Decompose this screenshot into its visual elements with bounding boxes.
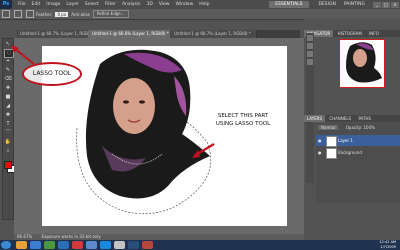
menu-file[interactable]: File — [18, 2, 26, 7]
gradient-tool-icon[interactable]: ◢ — [4, 103, 12, 110]
tab-histogram[interactable]: HISTOGRAM — [335, 30, 365, 37]
foreground-color-swatch[interactable] — [4, 161, 12, 169]
instruction-text: SELECT THIS PART USING LASSO TOOL — [200, 112, 286, 128]
add-selection-icon[interactable] — [26, 10, 34, 18]
instruction-line-2: USING LASSO TOOL — [215, 121, 271, 127]
new-selection-icon[interactable] — [14, 10, 22, 18]
navigator-preview[interactable] — [339, 39, 385, 88]
menu-analysis[interactable]: Analysis — [122, 2, 141, 7]
blend-mode-select[interactable]: Normal — [318, 125, 339, 130]
app-taskbar-icon[interactable] — [72, 241, 83, 249]
tab-channels[interactable]: CHANNELS — [326, 115, 354, 122]
right-panel-dock: NAVIGATOR HISTOGRAM INFO LAYERS CHANNELS… — [304, 19, 400, 240]
zoom-level[interactable]: 66.67% — [17, 234, 32, 239]
photoshop-logo[interactable]: Ps — [0, 0, 12, 9]
tab-document-1[interactable]: Untitled-1 @ 66.7% (Layer 1, RGB/8) * — [16, 30, 93, 38]
menu-filter[interactable]: Filter — [105, 2, 116, 7]
browser-taskbar-icon[interactable] — [30, 241, 41, 249]
layer-name: Background — [338, 150, 362, 155]
workspace-design[interactable]: DESIGN — [319, 2, 336, 7]
menu-window[interactable]: Window — [176, 2, 194, 7]
messenger-taskbar-icon[interactable] — [86, 241, 97, 249]
clock-date: 1/7/2009 — [380, 245, 396, 249]
tab-document-2[interactable]: Untitled-1 @ 66.6% (Layer 1, RGB/8) * — [88, 30, 175, 38]
layer-row-background[interactable]: ● Background — [316, 147, 400, 159]
layer-thumbnail — [326, 148, 337, 159]
menu-help[interactable]: Help — [199, 2, 209, 7]
explorer-taskbar-icon[interactable] — [16, 241, 27, 249]
tab-document-3[interactable]: Untitled-1 @ 66.7% (Layer 1, RGB/8) * — [170, 30, 257, 38]
feather-input[interactable]: 0 px — [55, 11, 69, 17]
zoom-tool-icon[interactable]: ⌕ — [4, 148, 12, 155]
type-tool-icon[interactable]: T — [4, 121, 12, 128]
windows-taskbar: 12:42 AM 1/7/2009 — [0, 240, 400, 250]
menu-layer[interactable]: Layer — [66, 2, 79, 7]
menu-edit[interactable]: Edit — [32, 2, 41, 7]
document-tabs: Untitled-1 @ 66.7% (Layer 1, RGB/8) * Un… — [16, 30, 300, 38]
system-clock[interactable]: 12:42 AM 1/7/2009 — [379, 240, 396, 250]
layer-name: Layer 1 — [338, 138, 353, 143]
menu-image[interactable]: Image — [46, 2, 60, 7]
hand-tool-icon[interactable]: ✋ — [4, 139, 12, 146]
document-info: Exposure works in 32-bit only — [41, 234, 101, 239]
layers-panel-tabs: LAYERS CHANNELS PATHS — [304, 115, 400, 122]
lasso-tool-callout: LASSO TOOL — [22, 62, 82, 86]
layers-panel: Normal Opacity: 100% ● Layer 1 ● Backgro… — [316, 123, 400, 203]
fill-tool-icon[interactable]: ■ — [4, 94, 12, 101]
refine-edge-button[interactable]: Refine Edge... — [92, 10, 129, 18]
swatches-panel-icon[interactable] — [307, 43, 313, 49]
ps-taskbar-icon[interactable] — [58, 241, 69, 249]
color-panel-icon[interactable] — [307, 35, 313, 41]
media-taskbar-icon[interactable] — [44, 241, 55, 249]
tab-paths[interactable]: PATHS — [355, 115, 374, 122]
feather-label: Feather: — [36, 11, 53, 17]
antialias-checkbox[interactable]: Anti-alias — [71, 12, 90, 17]
masks-panel-icon[interactable] — [307, 59, 313, 65]
minimize-button[interactable]: _ — [373, 1, 381, 8]
layer-row-layer-1[interactable]: ● Layer 1 — [316, 135, 400, 147]
navigator-panel-tabs: NAVIGATOR HISTOGRAM INFO — [304, 30, 400, 37]
workspace-essentials[interactable]: ESSENTIALS — [269, 1, 309, 8]
visibility-eye-icon[interactable]: ● — [318, 150, 323, 155]
adjustments-panel-icon[interactable] — [307, 51, 313, 57]
settings-taskbar-icon[interactable] — [114, 241, 125, 249]
photoshop-taskbar-icon[interactable] — [128, 241, 139, 249]
opacity-field[interactable]: Opacity: 100% — [346, 125, 375, 130]
powerpoint-taskbar-icon[interactable] — [142, 241, 153, 249]
menu-3d[interactable]: 3D — [146, 2, 152, 7]
pen-tool-icon[interactable]: ⌒ — [4, 130, 12, 137]
instruction-line-1: SELECT THIS PART — [217, 113, 269, 119]
tab-info[interactable]: INFO — [366, 30, 382, 37]
layers-options-row: Normal Opacity: 100% — [318, 125, 398, 130]
start-button[interactable] — [1, 241, 11, 249]
menu-view[interactable]: View — [159, 2, 170, 7]
menu-select[interactable]: Select — [85, 2, 99, 7]
workspace-painting[interactable]: PAINTING — [344, 2, 365, 7]
healing-tool-icon[interactable]: ✚ — [4, 85, 12, 92]
layer-thumbnail — [326, 136, 337, 147]
tab-layers[interactable]: LAYERS — [304, 115, 326, 122]
dodge-tool-icon[interactable]: ✱ — [4, 112, 12, 119]
eraser-tool-icon[interactable]: ⌫ — [4, 76, 12, 83]
brush-tool-icon[interactable]: ✎ — [4, 67, 12, 74]
skype-taskbar-icon[interactable] — [100, 241, 111, 249]
face-shape — [113, 78, 155, 134]
panel-icon-strip — [306, 33, 314, 183]
left-eye-shape — [123, 100, 129, 104]
close-button[interactable]: × — [391, 1, 399, 8]
maximize-button[interactable]: □ — [382, 1, 390, 8]
visibility-eye-icon[interactable]: ● — [318, 138, 323, 143]
lasso-preset-icon[interactable] — [2, 10, 10, 18]
right-eye-shape — [139, 100, 145, 104]
menu-bar: Ps File Edit Image Layer Select Filter A… — [0, 0, 400, 9]
